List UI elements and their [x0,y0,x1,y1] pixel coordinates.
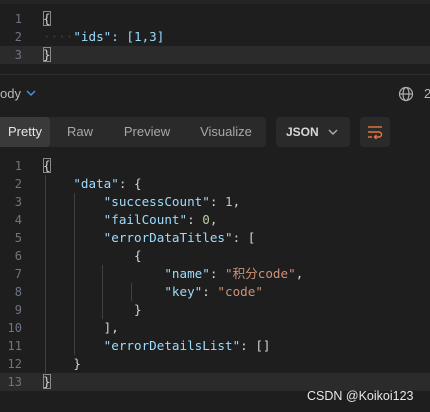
response-view-tabs: Pretty Raw Preview Visualize JSON [0,117,430,147]
tab-preview[interactable]: Preview [112,117,182,147]
code-line: 9 } [0,301,430,319]
line-number: 10 [7,321,22,335]
json-number: 1 [225,194,233,209]
json-key: "key" [164,284,203,299]
chevron-down-icon [328,129,338,135]
json-key: "errorDataTitles" [103,230,233,245]
json-key: "data" [73,176,119,191]
watermark: CSDN @Koikoi123 [307,389,414,403]
json-punct: , [232,194,241,209]
line-number: 3 [14,195,22,209]
json-punct: : [187,212,203,227]
code-line: 12 } [0,355,430,373]
tab-pretty[interactable]: Pretty [0,117,50,147]
code-line: 1 { [0,10,430,28]
code-line-current: 3 } [0,46,430,64]
json-punct: , [295,266,304,281]
request-body-editor[interactable]: 1 { 2 ····"ids": [1,3] 3 } [0,10,430,64]
line-number: 13 [7,375,22,389]
code-line: 11 "errorDetailsList": [] [0,337,430,355]
globe-icon[interactable] [398,86,414,102]
line-number: 9 [14,303,22,317]
wrap-lines-button[interactable] [360,117,390,147]
json-key: "name" [164,266,210,281]
line-number: 6 [14,249,22,263]
format-select[interactable]: JSON [276,117,350,147]
wrap-lines-icon [368,126,383,140]
json-key: "successCount" [103,194,210,209]
line-number: 7 [14,267,22,281]
section-divider [0,74,430,75]
code-line: 8 "key": "code" [0,283,430,301]
code-line: 5 "errorDataTitles": [ [0,229,430,247]
chevron-down-icon[interactable] [26,88,36,98]
code-line: 2 "data": { [0,175,430,193]
json-punct: : [202,284,218,299]
json-string: "积分code" [225,266,296,281]
code-line: 4 "failCount": 0, [0,211,430,229]
status-partial-text: 2 [424,86,430,101]
line-number: 8 [14,285,22,299]
line-number: 1 [14,12,22,26]
line-number: 5 [14,231,22,245]
json-punct: : [ [232,230,256,245]
json-key: "errorDetailsList" [103,338,241,353]
code-line: 7 "name": "积分code", [0,265,430,283]
line-number: 2 [14,177,22,191]
code-line: 1 { [0,157,430,175]
json-punct: : { [118,176,142,191]
code-line: 2 ····"ids": [1,3] [0,28,430,46]
close-brace: } [43,374,51,389]
open-brace: { [43,158,51,173]
json-punct: } [73,356,81,371]
code-line: 6 { [0,247,430,265]
whitespace-dots: ···· [43,29,74,44]
code-line: 3 "successCount": 1, [0,193,430,211]
json-punct: , [209,212,218,227]
top-separator [0,0,430,4]
tab-raw[interactable]: Raw [56,117,104,147]
json-punct: : [209,266,225,281]
request-json-text: "ids": [1,3] [73,29,165,44]
json-number: 0 [202,212,210,227]
body-dropdown-label[interactable]: ody [0,86,21,101]
json-punct: { [134,248,142,263]
json-punct: } [134,302,142,317]
json-punct: ], [103,320,119,335]
line-number: 3 [14,48,22,62]
json-punct: : [209,194,225,209]
response-body-header: ody 2 [0,80,430,108]
line-number: 12 [7,357,22,371]
response-body-editor[interactable]: 1 { 2 "data": { 3 "successCount": 1, 4 "… [0,157,430,391]
code-line: 10 ], [0,319,430,337]
line-number: 1 [14,159,22,173]
close-brace: } [43,47,51,62]
line-number: 4 [14,213,22,227]
json-string: "code" [217,284,263,299]
format-select-value: JSON [286,125,319,139]
tab-visualize[interactable]: Visualize [190,117,262,147]
line-number: 11 [7,339,22,353]
open-brace: { [43,11,51,26]
line-number: 2 [14,30,22,44]
json-key: "failCount" [103,212,188,227]
json-punct: : [] [240,338,271,353]
